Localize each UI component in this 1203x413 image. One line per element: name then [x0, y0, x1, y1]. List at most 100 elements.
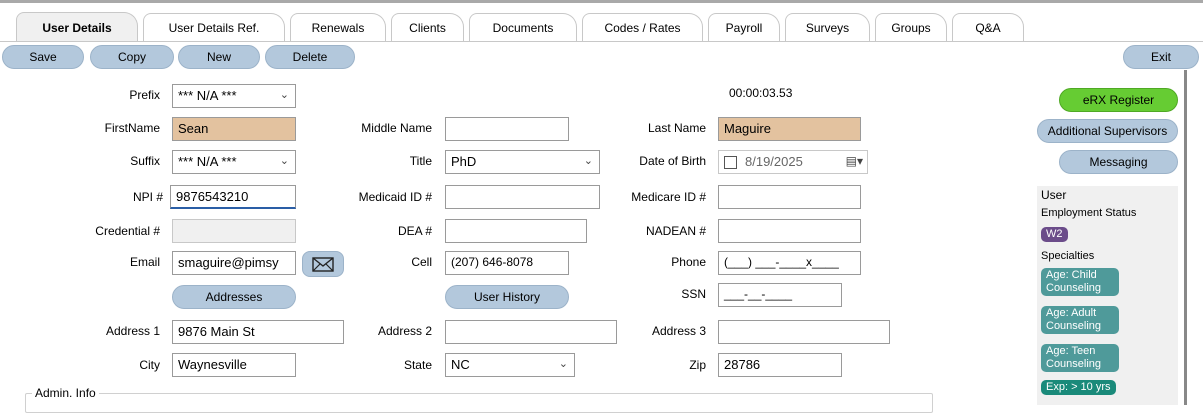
tab-user-details[interactable]: User Details [16, 12, 138, 42]
email-field[interactable]: smaguire@pimsy [172, 251, 296, 275]
tab-label: Payroll [725, 20, 763, 35]
chevron-down-icon: ⌄ [558, 358, 568, 370]
phone-label: Phone [671, 255, 706, 269]
user-heading: User [1041, 188, 1067, 202]
state-select[interactable]: NC ⌄ [445, 353, 575, 377]
specialty-badge: Age: Child Counseling [1041, 268, 1119, 296]
credential-field [172, 219, 296, 243]
chevron-down-icon: ⌄ [583, 155, 593, 167]
erx-register-button[interactable]: eRX Register [1059, 88, 1178, 112]
npi-field[interactable]: 9876543210 [170, 185, 296, 209]
tab-groups[interactable]: Groups [875, 13, 947, 41]
title-select[interactable]: PhD ⌄ [445, 150, 600, 174]
tab-payroll[interactable]: Payroll [708, 13, 780, 41]
toolbar: Save Copy New Delete Exit [0, 42, 1203, 70]
specialties-label: Specialties [1041, 250, 1095, 262]
copy-button[interactable]: Copy [90, 45, 174, 69]
city-label: City [139, 358, 160, 372]
middle-name-field[interactable] [445, 117, 569, 141]
suffix-select[interactable]: *** N/A *** ⌄ [172, 150, 296, 174]
chevron-down-icon: ⌄ [279, 155, 289, 167]
address3-field[interactable] [718, 320, 890, 344]
delete-button[interactable]: Delete [265, 45, 355, 69]
nadean-label: NADEAN # [645, 224, 706, 238]
user-summary-panel: User Employment Status W2 Specialties Ag… [1037, 186, 1178, 405]
cell-field[interactable]: (207) 646-8078 [445, 251, 569, 275]
employment-status-badge: W2 [1041, 227, 1068, 242]
first-name-field[interactable]: Sean [172, 117, 296, 141]
specialty-badge: Age: Teen Counseling [1041, 344, 1119, 372]
dea-label: DEA # [397, 224, 432, 238]
tab-label: Renewals [311, 20, 365, 35]
tab-label: Surveys [805, 20, 850, 35]
city-field[interactable]: Waynesville [172, 353, 296, 377]
state-value: NC [451, 357, 470, 372]
admin-info-group [25, 393, 933, 413]
tab-user-details-ref[interactable]: User Details Ref. [143, 13, 285, 41]
prefix-label: Prefix [129, 88, 160, 102]
dob-label: Date of Birth [639, 154, 706, 168]
phone-field[interactable]: (___) ___-____x____ [718, 251, 861, 275]
tab-label: Documents [492, 20, 554, 35]
additional-supervisors-button[interactable]: Additional Supervisors [1037, 119, 1178, 143]
employment-status-label: Employment Status [1041, 207, 1137, 219]
dob-value: 8/19/2025 [745, 154, 803, 169]
addresses-button[interactable]: Addresses [172, 285, 296, 309]
specialty-badge: Age: Adult Counseling [1041, 306, 1119, 334]
address2-field[interactable] [445, 320, 617, 344]
tab-codes-rates[interactable]: Codes / Rates [582, 13, 703, 41]
nadean-field[interactable] [718, 219, 861, 243]
medicare-label: Medicare ID # [631, 190, 706, 204]
tab-label: Groups [891, 20, 931, 35]
title-value: PhD [451, 154, 477, 169]
medicaid-field[interactable] [445, 185, 600, 209]
zip-field[interactable]: 28786 [718, 353, 842, 377]
title-label: Title [409, 154, 432, 168]
new-button[interactable]: New [178, 45, 260, 69]
address3-label: Address 3 [651, 324, 706, 338]
first-name-label: FirstName [104, 121, 160, 135]
tab-qa[interactable]: Q&A [952, 13, 1024, 41]
tab-label: Codes / Rates [604, 20, 681, 35]
ssn-field[interactable]: ___-__-____ [718, 283, 842, 307]
tab-renewals[interactable]: Renewals [290, 13, 386, 41]
suffix-label: Suffix [130, 154, 160, 168]
address1-label: Address 1 [105, 324, 160, 338]
tab-label: Q&A [975, 20, 1001, 35]
last-name-field[interactable]: Maguire [718, 117, 861, 141]
address2-label: Address 2 [377, 324, 432, 338]
vertical-scrollbar[interactable] [1182, 70, 1192, 405]
prefix-select[interactable]: *** N/A *** ⌄ [172, 84, 296, 108]
tab-strip: User Details User Details Ref. Renewals … [0, 3, 1203, 42]
tab-label: User Details Ref. [168, 20, 260, 35]
zip-label: Zip [689, 358, 706, 372]
medicare-field[interactable] [718, 185, 861, 209]
dea-field[interactable] [445, 219, 587, 243]
tab-label: Clients [409, 20, 446, 35]
cell-label: Cell [411, 255, 432, 269]
prefix-value: *** N/A *** [178, 88, 237, 103]
elapsed-timer: 00:00:03.53 [729, 86, 793, 100]
dob-picker[interactable]: 8/19/2025 ▤▾ [718, 150, 868, 174]
suffix-value: *** N/A *** [178, 154, 237, 169]
tab-documents[interactable]: Documents [469, 13, 577, 41]
exit-button[interactable]: Exit [1123, 45, 1199, 69]
tab-label: User Details [42, 20, 112, 35]
tab-clients[interactable]: Clients [391, 13, 464, 41]
user-history-button[interactable]: User History [445, 285, 569, 309]
last-name-label: Last Name [647, 121, 706, 135]
admin-info-label: Admin. Info [32, 386, 99, 400]
middle-name-label: Middle Name [361, 121, 432, 135]
credential-label: Credential # [95, 224, 160, 238]
tab-surveys[interactable]: Surveys [785, 13, 870, 41]
state-label: State [403, 358, 432, 372]
save-button[interactable]: Save [2, 45, 84, 69]
npi-label: NPI # [132, 190, 163, 204]
calendar-icon[interactable]: ▤▾ [846, 154, 863, 168]
dob-checkbox[interactable] [724, 156, 737, 170]
address1-field[interactable]: 9876 Main St [172, 320, 344, 344]
scrollbar-thumb[interactable] [1184, 70, 1187, 405]
messaging-button[interactable]: Messaging [1059, 150, 1178, 174]
specialty-badge: Exp: > 10 yrs [1041, 380, 1116, 395]
ssn-label: SSN [681, 287, 706, 301]
